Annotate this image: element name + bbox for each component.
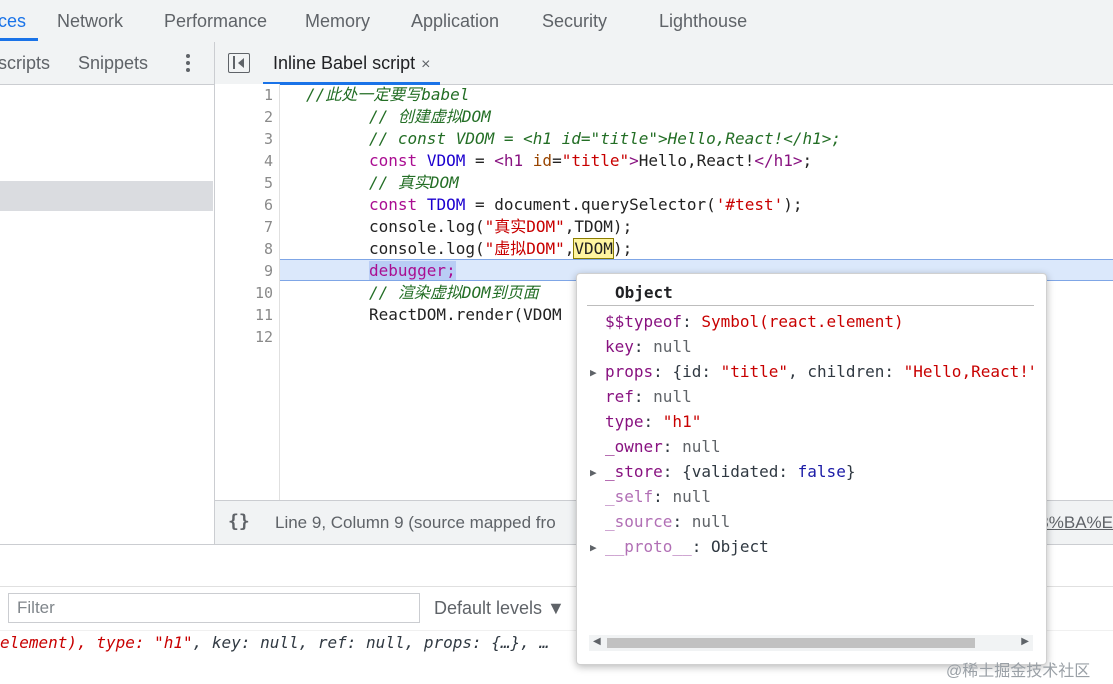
- watermark: @稀土掘金技术社区: [946, 663, 1091, 680]
- line-number[interactable]: 3: [223, 128, 273, 150]
- line-number[interactable]: 8: [223, 238, 273, 260]
- editor-tab-bar: Inline Babel script ×: [215, 42, 1113, 85]
- line-number[interactable]: 10: [223, 282, 273, 304]
- property-row[interactable]: ▶ __proto__: Object: [590, 534, 769, 559]
- property-row: ref: null: [605, 387, 692, 406]
- navigator-pane: scripts Snippets: [0, 42, 215, 544]
- tab-application[interactable]: Application: [411, 0, 499, 42]
- line-number[interactable]: 12: [223, 326, 273, 348]
- code-line-10: // 渲染虚拟DOM到页面: [369, 283, 539, 302]
- line-number[interactable]: 11: [223, 304, 273, 326]
- scroll-right-icon[interactable]: ▶: [1021, 636, 1029, 647]
- code-line-9: debugger;: [369, 260, 456, 282]
- code-line-3: // const VDOM = <h1 id="title">Hello,Rea…: [369, 129, 842, 148]
- code-line-2: // 创建虚拟DOM: [369, 107, 491, 126]
- line-number[interactable]: 2: [223, 106, 273, 128]
- scrollbar-thumb[interactable]: [607, 638, 975, 648]
- code-line-6: const TDOM = document.querySelector('#te…: [369, 195, 803, 214]
- log-levels-dropdown[interactable]: Default levels ▼: [434, 598, 565, 619]
- property-row: _self: null: [605, 487, 711, 506]
- pretty-print-icon[interactable]: {}: [228, 511, 250, 532]
- object-preview-popover: Object $$typeof: Symbol(react.element) k…: [576, 273, 1047, 665]
- code-line-1: //此处一定要写babel: [306, 85, 470, 104]
- line-number[interactable]: 9: [223, 260, 273, 282]
- line-number[interactable]: 4: [223, 150, 273, 172]
- property-row[interactable]: ▶ props: {id: "title", children: "Hello,R…: [590, 359, 1033, 384]
- line-number[interactable]: 1: [223, 84, 273, 106]
- navigator-tabs: scripts Snippets: [0, 42, 214, 85]
- property-row: type: "h1": [605, 412, 702, 431]
- hovered-variable[interactable]: VDOM: [573, 238, 614, 259]
- property-row: _owner: null: [605, 437, 721, 456]
- close-icon[interactable]: ×: [421, 56, 430, 73]
- file-tab-label: Inline Babel script: [273, 53, 416, 73]
- line-number[interactable]: 6: [223, 194, 273, 216]
- tab-sources[interactable]: ces: [0, 0, 26, 42]
- property-list: $$typeof: Symbol(react.element) key: nul…: [577, 274, 1033, 614]
- property-row: key: null: [605, 337, 692, 356]
- scroll-left-icon[interactable]: ◀: [593, 636, 601, 647]
- property-row: _source: null: [605, 512, 731, 531]
- devtools-tab-bar: ces Network Performance Memory Applicati…: [0, 0, 1113, 43]
- tab-snippets[interactable]: Snippets: [78, 42, 148, 84]
- property-row[interactable]: ▶ _store: {validated: false}: [590, 459, 855, 484]
- code-line-7: console.log("真实DOM",TDOM);: [369, 217, 633, 236]
- tab-memory[interactable]: Memory: [305, 0, 370, 42]
- debugger-statement: debugger;: [369, 261, 456, 280]
- line-number[interactable]: 7: [223, 216, 273, 238]
- code-line-11: ReactDOM.render(VDOM: [369, 305, 562, 324]
- console-filter-input[interactable]: [8, 593, 420, 623]
- tab-lighthouse[interactable]: Lighthouse: [659, 0, 747, 42]
- navigator-selected-item[interactable]: [0, 181, 213, 211]
- cursor-position: Line 9, Column 9 (source mapped fro: [275, 513, 556, 532]
- tab-content-scripts[interactable]: scripts: [0, 42, 50, 84]
- tab-performance[interactable]: Performance: [164, 0, 267, 42]
- expand-arrow-icon[interactable]: ▶: [590, 360, 597, 385]
- property-row: $$typeof: Symbol(react.element): [605, 312, 904, 331]
- source-map-link[interactable]: 3%BA%E: [1039, 513, 1113, 533]
- line-number-gutter[interactable]: 1 2 3 4 5 6 7 8 9 10 11 12: [215, 84, 280, 500]
- expand-arrow-icon[interactable]: ▶: [590, 535, 597, 560]
- code-line-4: const VDOM = <h1 id="title">Hello,React!…: [369, 151, 813, 170]
- more-vertical-icon[interactable]: [180, 52, 196, 74]
- code-line-5: // 真实DOM: [369, 173, 459, 192]
- active-tab-indicator: [0, 38, 38, 41]
- expand-arrow-icon[interactable]: ▶: [590, 460, 597, 485]
- code-line-8: console.log("虚拟DOM",VDOM);: [369, 238, 633, 259]
- tab-security[interactable]: Security: [542, 0, 607, 42]
- horizontal-scrollbar[interactable]: ◀ ▶: [589, 635, 1033, 651]
- toggle-navigator-icon[interactable]: [228, 53, 250, 73]
- line-number[interactable]: 5: [223, 172, 273, 194]
- tab-network[interactable]: Network: [57, 0, 123, 42]
- editor-file-tab[interactable]: Inline Babel script ×: [263, 42, 441, 85]
